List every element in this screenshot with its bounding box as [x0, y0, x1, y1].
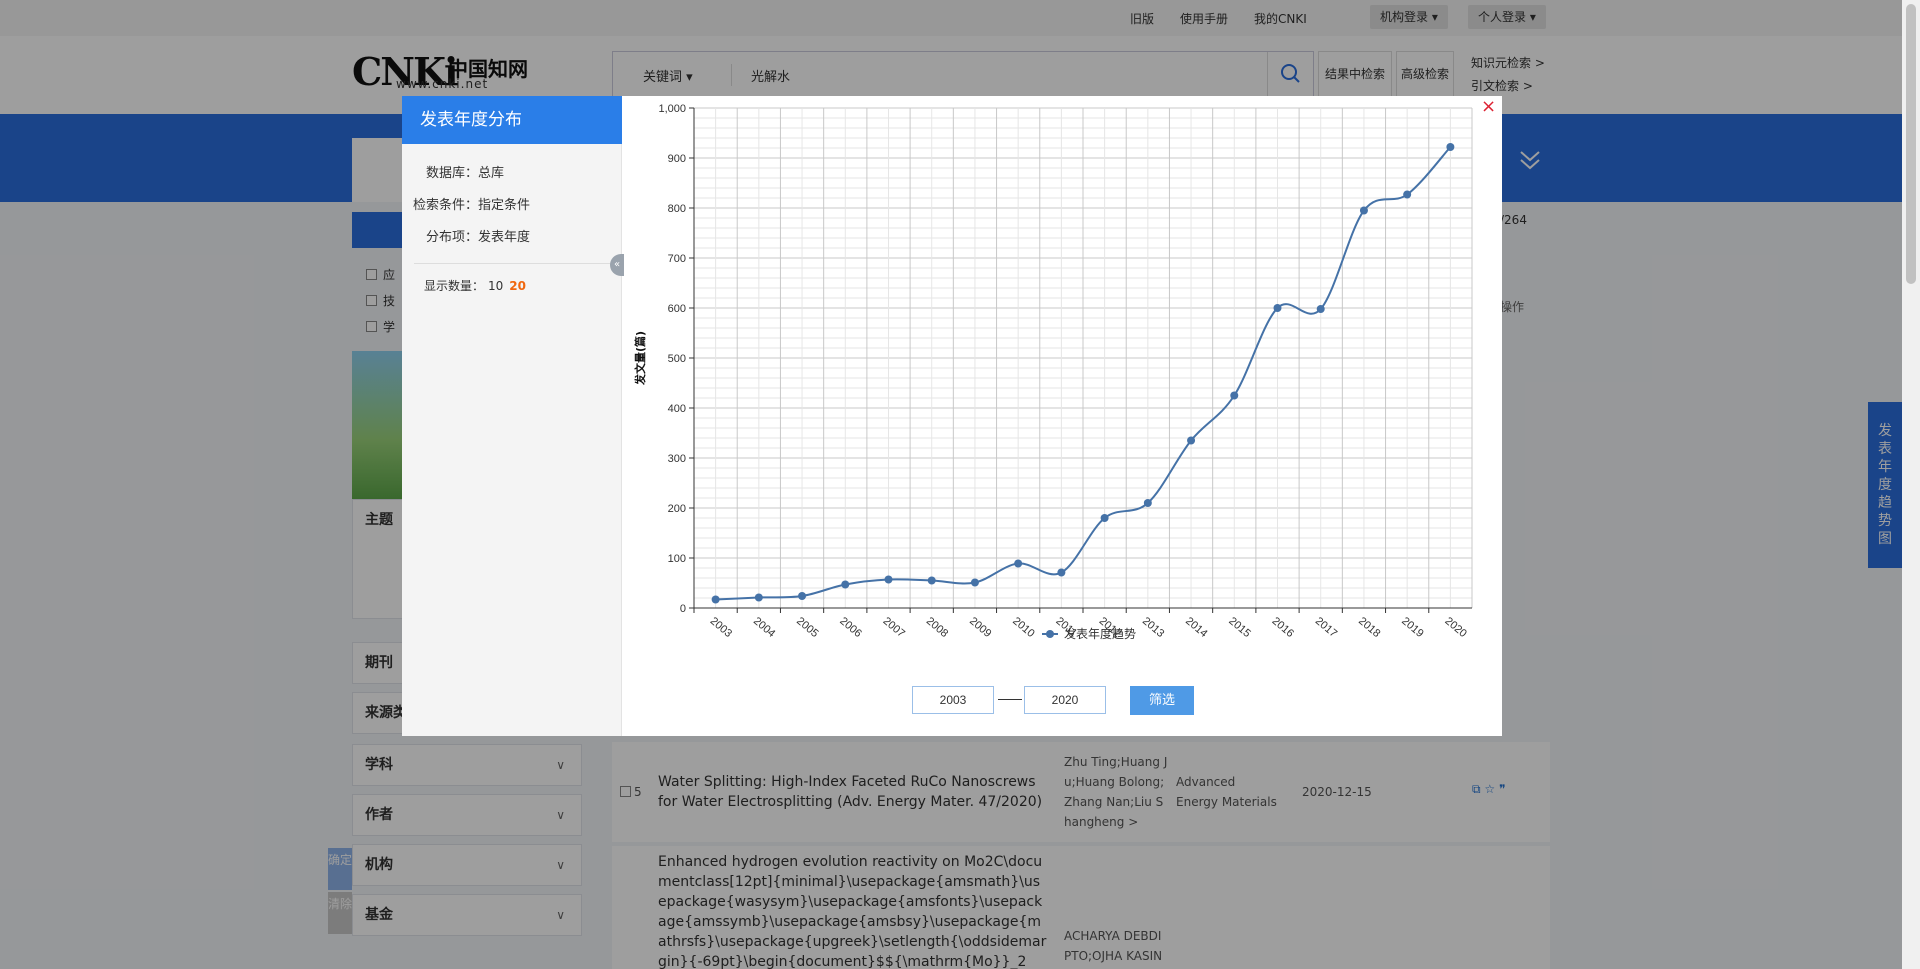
modal-sidebar: 发表年度分布 数据库：总库 检索条件：指定条件 分布项：发表年度 显示数量： 10…: [402, 96, 622, 736]
data-point: [927, 576, 936, 585]
year-to-input[interactable]: [1024, 686, 1106, 714]
y-tick-label: 200: [668, 503, 686, 515]
y-tick-label: 1,000: [658, 103, 686, 115]
data-point: [1403, 190, 1412, 199]
data-point: [1273, 304, 1282, 312]
y-tick-label: 500: [668, 353, 686, 365]
x-tick-label: 2003: [708, 615, 734, 640]
count-option-10[interactable]: 10: [488, 279, 503, 293]
x-tick-label: 2016: [1270, 615, 1296, 640]
x-tick-label: 2013: [1140, 615, 1166, 640]
data-point: [711, 595, 720, 604]
legend-marker: [1046, 630, 1054, 638]
data-point: [1446, 143, 1455, 151]
legend-label: 发表年度趋势: [1064, 626, 1136, 641]
x-tick-label: 2018: [1356, 615, 1382, 640]
year-trend-chart: 0 100 200 300 400 500 600 700 800 900 1,000 2003 200…: [633, 103, 1473, 641]
x-tick-label: 2005: [794, 615, 820, 640]
distribution-label: 分布项：发表年度: [426, 230, 531, 245]
x-tick-label: 2020: [1442, 615, 1468, 640]
data-point: [884, 575, 893, 584]
data-point: [1187, 436, 1196, 445]
year-from-input[interactable]: [912, 686, 994, 714]
x-tick-label: 2014: [1183, 615, 1209, 640]
x-tick-label: 2017: [1313, 615, 1339, 640]
scrollbar[interactable]: [1902, 0, 1920, 969]
y-tick-label: 900: [668, 153, 686, 165]
year-distribution-modal: 发表年度分布 数据库：总库 检索条件：指定条件 分布项：发表年度 显示数量： 10…: [402, 96, 1502, 736]
data-point: [1057, 568, 1066, 577]
display-count: 显示数量： 10 20: [424, 279, 526, 293]
data-point: [841, 580, 850, 589]
data-point: [1316, 305, 1325, 313]
data-point: [1359, 206, 1368, 215]
data-point: [798, 592, 807, 600]
x-tick-label: 2004: [751, 615, 777, 640]
data-point: [754, 593, 763, 602]
y-tick-label: 700: [668, 253, 686, 265]
x-tick-label: 2008: [924, 615, 950, 640]
count-option-20[interactable]: 20: [509, 279, 526, 293]
y-axis-label: 发文量(篇): [633, 331, 647, 386]
y-tick-label: 100: [668, 553, 686, 565]
x-tick-label: 2015: [1226, 615, 1252, 640]
y-tick-label: 800: [668, 203, 686, 215]
x-tick-label: 2006: [837, 615, 863, 640]
condition-label: 检索条件：指定条件: [413, 198, 531, 213]
data-point: [1100, 514, 1109, 522]
year-range-dash: [998, 699, 1022, 700]
filter-button[interactable]: 筛选: [1130, 686, 1194, 715]
data-point: [970, 578, 979, 587]
x-tick-label: 2019: [1399, 615, 1425, 640]
y-tick-label: 400: [668, 403, 686, 415]
x-tick-label: 2010: [1010, 615, 1036, 640]
modal-title: 发表年度分布: [402, 96, 622, 144]
data-point: [1143, 499, 1152, 507]
data-point: [1014, 559, 1023, 568]
x-tick-label: 2007: [881, 615, 907, 640]
y-tick-label: 0: [680, 603, 686, 615]
database-label: 数据库：总库: [426, 166, 505, 181]
data-point: [1230, 391, 1239, 400]
y-tick-label: 600: [668, 303, 686, 315]
x-tick-label: 2009: [967, 615, 993, 640]
y-tick-label: 300: [668, 453, 686, 465]
